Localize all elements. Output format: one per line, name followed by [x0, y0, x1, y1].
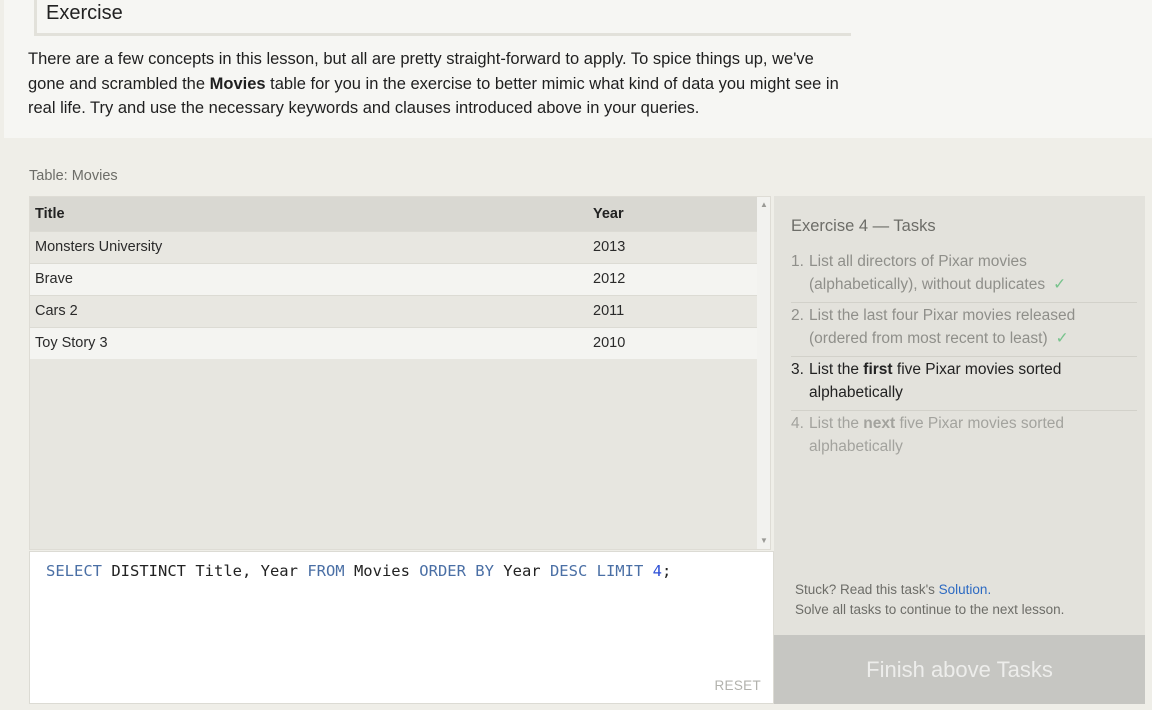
help-text: Stuck? Read this task's Solution. Solve … [795, 580, 1064, 620]
task-number: 4. [791, 415, 804, 432]
table-header: Title Year [30, 197, 757, 231]
cell-year: 2012 [593, 271, 626, 287]
task-item-4: 4. List the next five Pixar movies sorte… [791, 413, 1137, 464]
sql-text: ; [661, 562, 672, 580]
sql-keyword: ORDER BY [419, 562, 494, 580]
task-number: 2. [791, 307, 804, 324]
sql-keyword: SELECT [46, 562, 102, 580]
task-text: List the [809, 361, 864, 378]
intro-bold-movies: Movies [209, 74, 266, 93]
task-number: 3. [791, 361, 804, 378]
sql-text: DISTINCT Title, Year [102, 562, 308, 580]
sql-keyword: LIMIT [596, 562, 644, 580]
cell-title: Cars 2 [35, 303, 78, 319]
task-text: List the [809, 415, 864, 432]
stuck-prefix: Stuck? Read this task's [795, 582, 939, 597]
results-table: Title Year Monsters University 2013 Brav… [29, 196, 771, 550]
task-text-bold: next [863, 415, 896, 432]
sql-query[interactable]: SELECT DISTINCT Title, Year FROM Movies … [46, 562, 671, 580]
table-row: Monsters University 2013 [30, 231, 757, 263]
table-row: Brave 2012 [30, 263, 757, 295]
cell-title: Brave [35, 271, 73, 287]
reset-button[interactable]: RESET [714, 678, 761, 693]
sql-keyword: DESC [549, 562, 588, 580]
tasks-panel: Exercise 4 — Tasks 1. List all directors… [774, 196, 1145, 635]
checkmark-icon: ✓ [1053, 275, 1067, 293]
scroll-down-arrow-icon[interactable]: ▼ [759, 536, 769, 546]
task-item-2: 2. List the last four Pixar movies relea… [791, 305, 1137, 357]
scroll-up-arrow-icon[interactable]: ▲ [759, 200, 769, 210]
cell-year: 2010 [593, 335, 626, 351]
task-item-3: 3. List the first five Pixar movies sort… [791, 359, 1137, 411]
checkmark-icon: ✓ [1055, 329, 1069, 347]
table-row: Toy Story 3 2010 [30, 327, 757, 359]
continue-note: Solve all tasks to continue to the next … [795, 602, 1065, 617]
task-number: 1. [791, 253, 804, 270]
table-row: Cars 2 2011 [30, 295, 757, 327]
column-header-title: Title [35, 206, 65, 222]
column-header-year: Year [593, 206, 624, 222]
cell-year: 2011 [593, 303, 625, 319]
table-scrollbar[interactable]: ▲ ▼ [757, 197, 770, 549]
exercise-heading: Exercise [34, 0, 851, 36]
sql-number: 4 [652, 562, 662, 580]
cell-title: Monsters University [35, 239, 163, 255]
cell-year: 2013 [593, 239, 626, 255]
exercise-intro: There are a few concepts in this lesson,… [28, 47, 848, 121]
sql-editor[interactable]: SELECT DISTINCT Title, Year FROM Movies … [29, 551, 774, 704]
sql-text: Movies [344, 562, 420, 580]
cell-title: Toy Story 3 [35, 335, 108, 351]
task-text-bold: first [863, 361, 893, 378]
task-text: List the last four Pixar movies released… [809, 307, 1076, 347]
table-caption: Table: Movies [29, 168, 118, 184]
tasks-title: Exercise 4 — Tasks [791, 217, 936, 235]
task-text: List all directors of Pixar movies (alph… [809, 253, 1046, 293]
sql-text: Year [493, 562, 550, 580]
finish-tasks-button[interactable]: Finish above Tasks [774, 635, 1145, 704]
sql-keyword: FROM [307, 562, 345, 580]
task-item-1: 1. List all directors of Pixar movies (a… [791, 251, 1137, 303]
solution-link[interactable]: Solution. [939, 582, 992, 597]
